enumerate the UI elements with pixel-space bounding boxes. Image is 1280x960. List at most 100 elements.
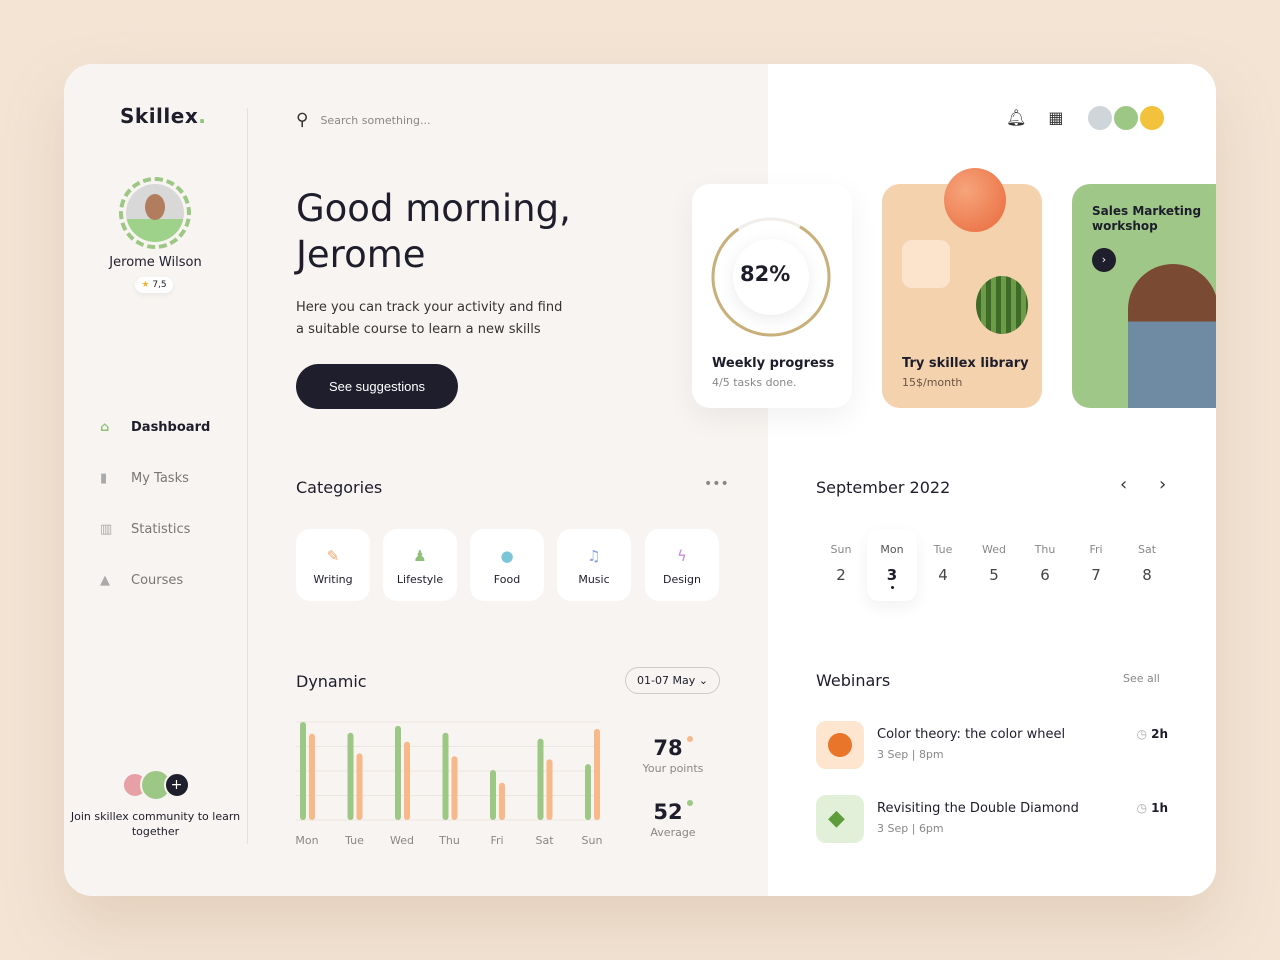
bar-sat-series2 — [546, 759, 553, 820]
graduation-cap-icon: ▲ — [100, 573, 110, 588]
clock-icon: ◷ — [1136, 801, 1148, 815]
x-tick-label: Mon — [295, 834, 318, 847]
your-points-stat: 78 Your points — [642, 736, 704, 775]
sidebar-item-dashboard[interactable]: ⌂ Dashboard — [100, 402, 210, 453]
bar-sun-series1 — [585, 764, 591, 820]
library-card[interactable]: Try skillex library 15$/month — [882, 168, 1042, 408]
calendar-day-sat[interactable]: Sat 8 — [1122, 529, 1172, 601]
category-design[interactable]: ϟ Design — [645, 529, 719, 601]
bar-sun-series2 — [594, 728, 600, 820]
avatar — [1086, 104, 1114, 132]
card-title: Try skillex library — [902, 356, 1029, 371]
sidebar-nav: ⌂ Dashboard ▮ My Tasks ▥ Statistics ▲ Course… — [100, 402, 210, 606]
calendar-day-wed[interactable]: Wed 5 — [969, 529, 1019, 601]
calendar-day-tue[interactable]: Tue 4 — [918, 529, 968, 601]
webinar-item[interactable]: ◆ Revisiting the Double Diamond 3 Sep | … — [816, 795, 1168, 845]
card-subtitle: 4/5 tasks done. — [712, 376, 797, 389]
dashboard: Skillex. Jerome Wilson ★ 7,5 ⌂ Dashboard … — [64, 64, 1216, 896]
header-actions: 🔔︎ ▦ — [1006, 108, 1063, 127]
x-tick-label: Wed — [390, 834, 414, 847]
category-writing[interactable]: ✎ Writing — [296, 529, 370, 601]
category-lifestyle[interactable]: ♟ Lifestyle — [383, 529, 457, 601]
bar-thu-series1 — [442, 732, 449, 820]
hero-subtitle: Here you can track your activity and fin… — [296, 300, 563, 337]
x-tick-label: Sat — [535, 834, 554, 847]
card-title: Sales Marketing workshop — [1092, 204, 1202, 233]
apple-icon: ● — [500, 547, 514, 565]
calendar-day-mon[interactable]: Mon 3 — [867, 529, 917, 601]
community-text: Join skillex community to learn together — [70, 810, 241, 838]
date-range-dropdown[interactable]: 01-07 May ⌄ — [625, 667, 720, 694]
rating-badge: ★ 7,5 — [135, 277, 173, 293]
community-block[interactable]: + Join skillex community to learn togeth… — [64, 769, 247, 839]
sidebar-item-courses[interactable]: ▲ Courses — [100, 555, 210, 606]
orange-ball-icon — [828, 733, 852, 757]
see-all-link[interactable]: See all — [1123, 672, 1160, 685]
search-input[interactable]: Search something... — [320, 114, 430, 127]
categories-title: Categories — [296, 478, 383, 497]
plus-icon[interactable]: + — [163, 772, 190, 798]
book-icon: ▮ — [100, 471, 108, 486]
calendar-day-thu[interactable]: Thu 6 — [1020, 529, 1070, 601]
workshop-person-image — [1128, 264, 1216, 408]
calendar-month: September 2022 — [816, 478, 951, 497]
dynamic-bar-chart: Mon Tue Wed Thu Fri Sat Sun — [295, 721, 603, 847]
calendar-icon[interactable]: ▦ — [1048, 108, 1063, 127]
diamond-icon: ◆ — [828, 806, 845, 831]
cube-image — [902, 240, 950, 288]
sidebar-item-statistics[interactable]: ▥ Statistics — [100, 504, 210, 555]
card-title: Weekly progress — [712, 356, 835, 371]
dynamic-title: Dynamic — [296, 672, 367, 691]
page-title: Good morning, Jerome — [296, 187, 571, 276]
x-tick-label: Thu — [438, 834, 460, 847]
calendar-day-sun[interactable]: Sun 2 — [816, 529, 866, 601]
x-tick-label: Tue — [344, 834, 364, 847]
webinar-item[interactable]: Color theory: the color wheel 3 Sep | 8p… — [816, 721, 1168, 771]
bar-chart-icon: ▥ — [100, 522, 113, 537]
bar-thu-series2 — [451, 756, 458, 820]
home-icon: ⌂ — [100, 420, 110, 435]
weekly-progress-card[interactable]: 82% Weekly progress 4/5 tasks done. — [692, 184, 852, 408]
average-stat: 52 Average — [650, 800, 696, 839]
bell-icon[interactable]: 🔔︎ — [1006, 108, 1026, 127]
chevron-right-icon[interactable]: › — [1092, 248, 1116, 272]
bar-mon-series1 — [300, 722, 306, 820]
progress-value: 82% — [740, 262, 791, 286]
workshop-card[interactable]: Sales Marketing workshop › — [1072, 184, 1216, 408]
bar-wed-series1 — [395, 725, 401, 820]
lightning-icon: ϟ — [677, 547, 687, 565]
clock-icon: ◷ — [1136, 727, 1148, 741]
calendar-day-fri[interactable]: Fri 7 — [1071, 529, 1121, 601]
bar-mon-series2 — [309, 733, 315, 820]
melon-image — [976, 276, 1028, 334]
avatar — [1138, 104, 1166, 132]
card-subtitle: 15$/month — [902, 376, 963, 389]
chevron-down-icon: ⌄ — [698, 674, 708, 687]
webinars-title: Webinars — [816, 671, 891, 690]
bar-wed-series2 — [404, 741, 410, 820]
bar-tue-series1 — [347, 732, 354, 820]
category-food[interactable]: ● Food — [470, 529, 544, 601]
chevron-right-icon[interactable]: › — [1159, 474, 1166, 495]
balloon-image — [944, 168, 1006, 232]
avatar — [1112, 104, 1140, 132]
user-name: Jerome Wilson — [109, 255, 202, 270]
bar-fri-series2 — [499, 782, 505, 820]
logo[interactable]: Skillex. — [120, 104, 206, 128]
person-icon: ♟ — [413, 547, 427, 565]
category-music[interactable]: ♫ Music — [557, 529, 631, 601]
more-icon[interactable]: ••• — [704, 476, 729, 492]
chevron-left-icon[interactable]: ‹ — [1120, 474, 1127, 495]
bar-sat-series1 — [537, 738, 544, 820]
avatar[interactable] — [126, 184, 184, 242]
sidebar-item-my-tasks[interactable]: ▮ My Tasks — [100, 453, 210, 504]
star-icon: ★ — [141, 280, 150, 290]
x-tick-label: Sun — [582, 834, 603, 847]
search-bar[interactable]: ⚲ Search something... — [296, 110, 430, 130]
bar-fri-series1 — [490, 770, 496, 820]
bar-tue-series2 — [356, 753, 363, 820]
see-suggestions-button[interactable]: See suggestions — [296, 364, 458, 409]
search-icon: ⚲ — [296, 110, 309, 130]
x-tick-label: Fri — [490, 834, 503, 847]
music-note-icon: ♫ — [587, 547, 601, 565]
